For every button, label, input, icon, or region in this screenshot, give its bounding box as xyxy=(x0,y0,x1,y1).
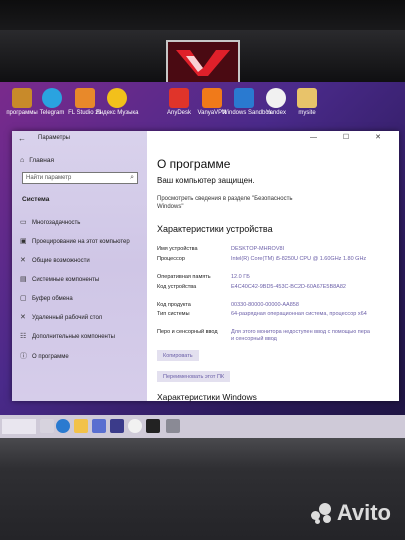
shared-icon: ✕ xyxy=(20,257,26,264)
sidebar-item-projecting[interactable]: ▣ Проецирование на этот компьютер xyxy=(20,237,130,249)
multitask-icon: ▭ xyxy=(20,219,27,226)
yandex-taskbar-icon[interactable] xyxy=(128,419,142,433)
anydesk-icon xyxy=(169,88,189,108)
settings-gear-icon[interactable] xyxy=(166,419,180,433)
sidebar-item-components[interactable]: ▤ Системные компоненты xyxy=(20,275,99,287)
telegram-icon xyxy=(42,88,62,108)
desktop-icons: программы Telegram FL Studio 21 Яндекс М… xyxy=(0,88,405,132)
sidebar-item-about[interactable]: ⓘ О программе xyxy=(20,351,69,363)
yandex-music-icon xyxy=(107,88,127,108)
settings-sidebar: ← Параметры ⌂ Главная Найти параметр ⌕ Си… xyxy=(12,131,147,401)
vpn-icon xyxy=(202,88,222,108)
settings-window: ← Параметры ⌂ Главная Найти параметр ⌕ Си… xyxy=(12,131,399,402)
desktop-icon-mysite[interactable]: mysite xyxy=(285,88,329,132)
explorer-icon[interactable] xyxy=(74,419,88,433)
copy-button[interactable]: Копировать xyxy=(157,350,199,361)
sidebar-home[interactable]: ⌂ Главная xyxy=(20,157,54,164)
laptop-bezel-bottom: Avito xyxy=(0,438,405,540)
sidebar-item-shared[interactable]: ✕ Общие возможности xyxy=(20,256,90,268)
avito-logo-icon xyxy=(310,503,333,525)
remote-icon: ✕ xyxy=(20,314,26,321)
sidebar-item-addons[interactable]: ☷ Дополнительные компоненты xyxy=(20,332,115,344)
sandbox-icon xyxy=(234,88,254,108)
search-input[interactable]: Найти параметр ⌕ xyxy=(22,172,138,184)
rename-pc-button[interactable]: Переименовать этот ПК xyxy=(157,371,231,382)
task-view-icon[interactable] xyxy=(40,419,54,433)
sidebar-item-remote[interactable]: ✕ Удаленный рабочий стол xyxy=(20,313,102,325)
laptop-screen: программы Telegram FL Studio 21 Яндекс М… xyxy=(0,82,405,438)
window-controls[interactable]: — ☐ ✕ xyxy=(310,133,393,141)
security-link[interactable]: Просмотреть сведения в разделе "Безопасн… xyxy=(157,195,307,211)
sidebar-item-multitasking[interactable]: ▭ Многозадачность xyxy=(20,218,80,230)
yandex-browser-icon xyxy=(266,88,286,108)
project-icon: ▣ xyxy=(20,238,27,245)
logo-sticker-icon xyxy=(176,50,230,76)
addons-icon: ☷ xyxy=(20,333,27,340)
app-taskbar-icon[interactable] xyxy=(146,419,160,433)
protection-status: Ваш компьютер защищен. xyxy=(157,176,255,185)
device-specs-title: Характеристики устройства xyxy=(157,224,273,234)
flstudio-icon xyxy=(75,88,95,108)
window-title: Параметры xyxy=(38,135,70,141)
sidebar-item-clipboard[interactable]: ▢ Буфер обмена xyxy=(20,294,73,306)
sidebar-section-title: Система xyxy=(22,196,50,203)
search-icon: ⌕ xyxy=(130,174,134,181)
webcam-sticker xyxy=(166,40,240,84)
taskbar xyxy=(0,415,405,438)
avito-watermark: Avito xyxy=(310,500,391,526)
windows-specs-title: Характеристики Windows xyxy=(157,392,257,402)
taskbar-search[interactable] xyxy=(2,419,36,434)
mail-icon[interactable] xyxy=(110,419,124,433)
home-icon: ⌂ xyxy=(20,157,25,164)
clipboard-icon: ▢ xyxy=(20,295,27,302)
edge-icon[interactable] xyxy=(56,419,70,433)
desktop-icon-yandex-music[interactable]: Яндекс Музыка xyxy=(95,88,139,132)
back-arrow-icon[interactable]: ← xyxy=(18,134,26,143)
file-icon xyxy=(297,88,317,108)
settings-content: — ☐ ✕ О программе Ваш компьютер защищен.… xyxy=(157,133,393,402)
folder-icon xyxy=(12,88,32,108)
page-title: О программе xyxy=(157,157,231,171)
components-icon: ▤ xyxy=(20,276,27,283)
info-icon: ⓘ xyxy=(20,353,27,360)
store-icon[interactable] xyxy=(92,419,106,433)
